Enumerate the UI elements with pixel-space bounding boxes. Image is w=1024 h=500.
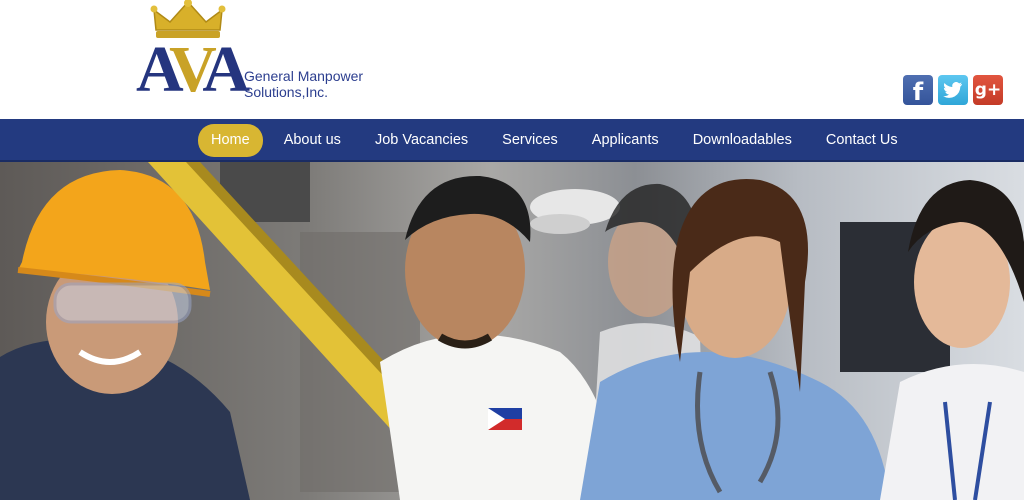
nav-item-home[interactable]: Home: [198, 124, 263, 157]
nav-item-services[interactable]: Services: [485, 124, 575, 157]
nav-item-about-us[interactable]: About us: [267, 124, 358, 157]
social-links: f g+: [903, 75, 1003, 106]
logo-monogram: AVA: [136, 33, 250, 106]
hero-banner-image: [0, 162, 1024, 500]
site-header: AVA General Manpower Solutions,Inc. f g+: [0, 0, 1024, 119]
twitter-icon[interactable]: [938, 75, 968, 105]
nav-item-contact-us[interactable]: Contact Us: [809, 124, 915, 157]
hero-banner: [0, 162, 1024, 500]
company-logo[interactable]: AVA General Manpower Solutions,Inc.: [136, 0, 396, 110]
google-plus-icon[interactable]: g+: [973, 75, 1003, 105]
main-navigation: Home About us Job Vacancies Services App…: [0, 119, 1024, 162]
company-name: General Manpower Solutions,Inc.: [244, 68, 363, 100]
company-name-line1: General Manpower: [244, 68, 364, 84]
nav-menu: Home About us Job Vacancies Services App…: [198, 124, 915, 157]
company-name-line2: Solutions,Inc.: [244, 84, 329, 100]
nav-item-applicants[interactable]: Applicants: [575, 124, 676, 157]
nav-item-downloadables[interactable]: Downloadables: [676, 124, 809, 157]
ceiling-lamp-2: [530, 214, 590, 234]
nav-item-job-vacancies[interactable]: Job Vacancies: [358, 124, 485, 157]
facebook-icon[interactable]: f: [903, 75, 933, 106]
